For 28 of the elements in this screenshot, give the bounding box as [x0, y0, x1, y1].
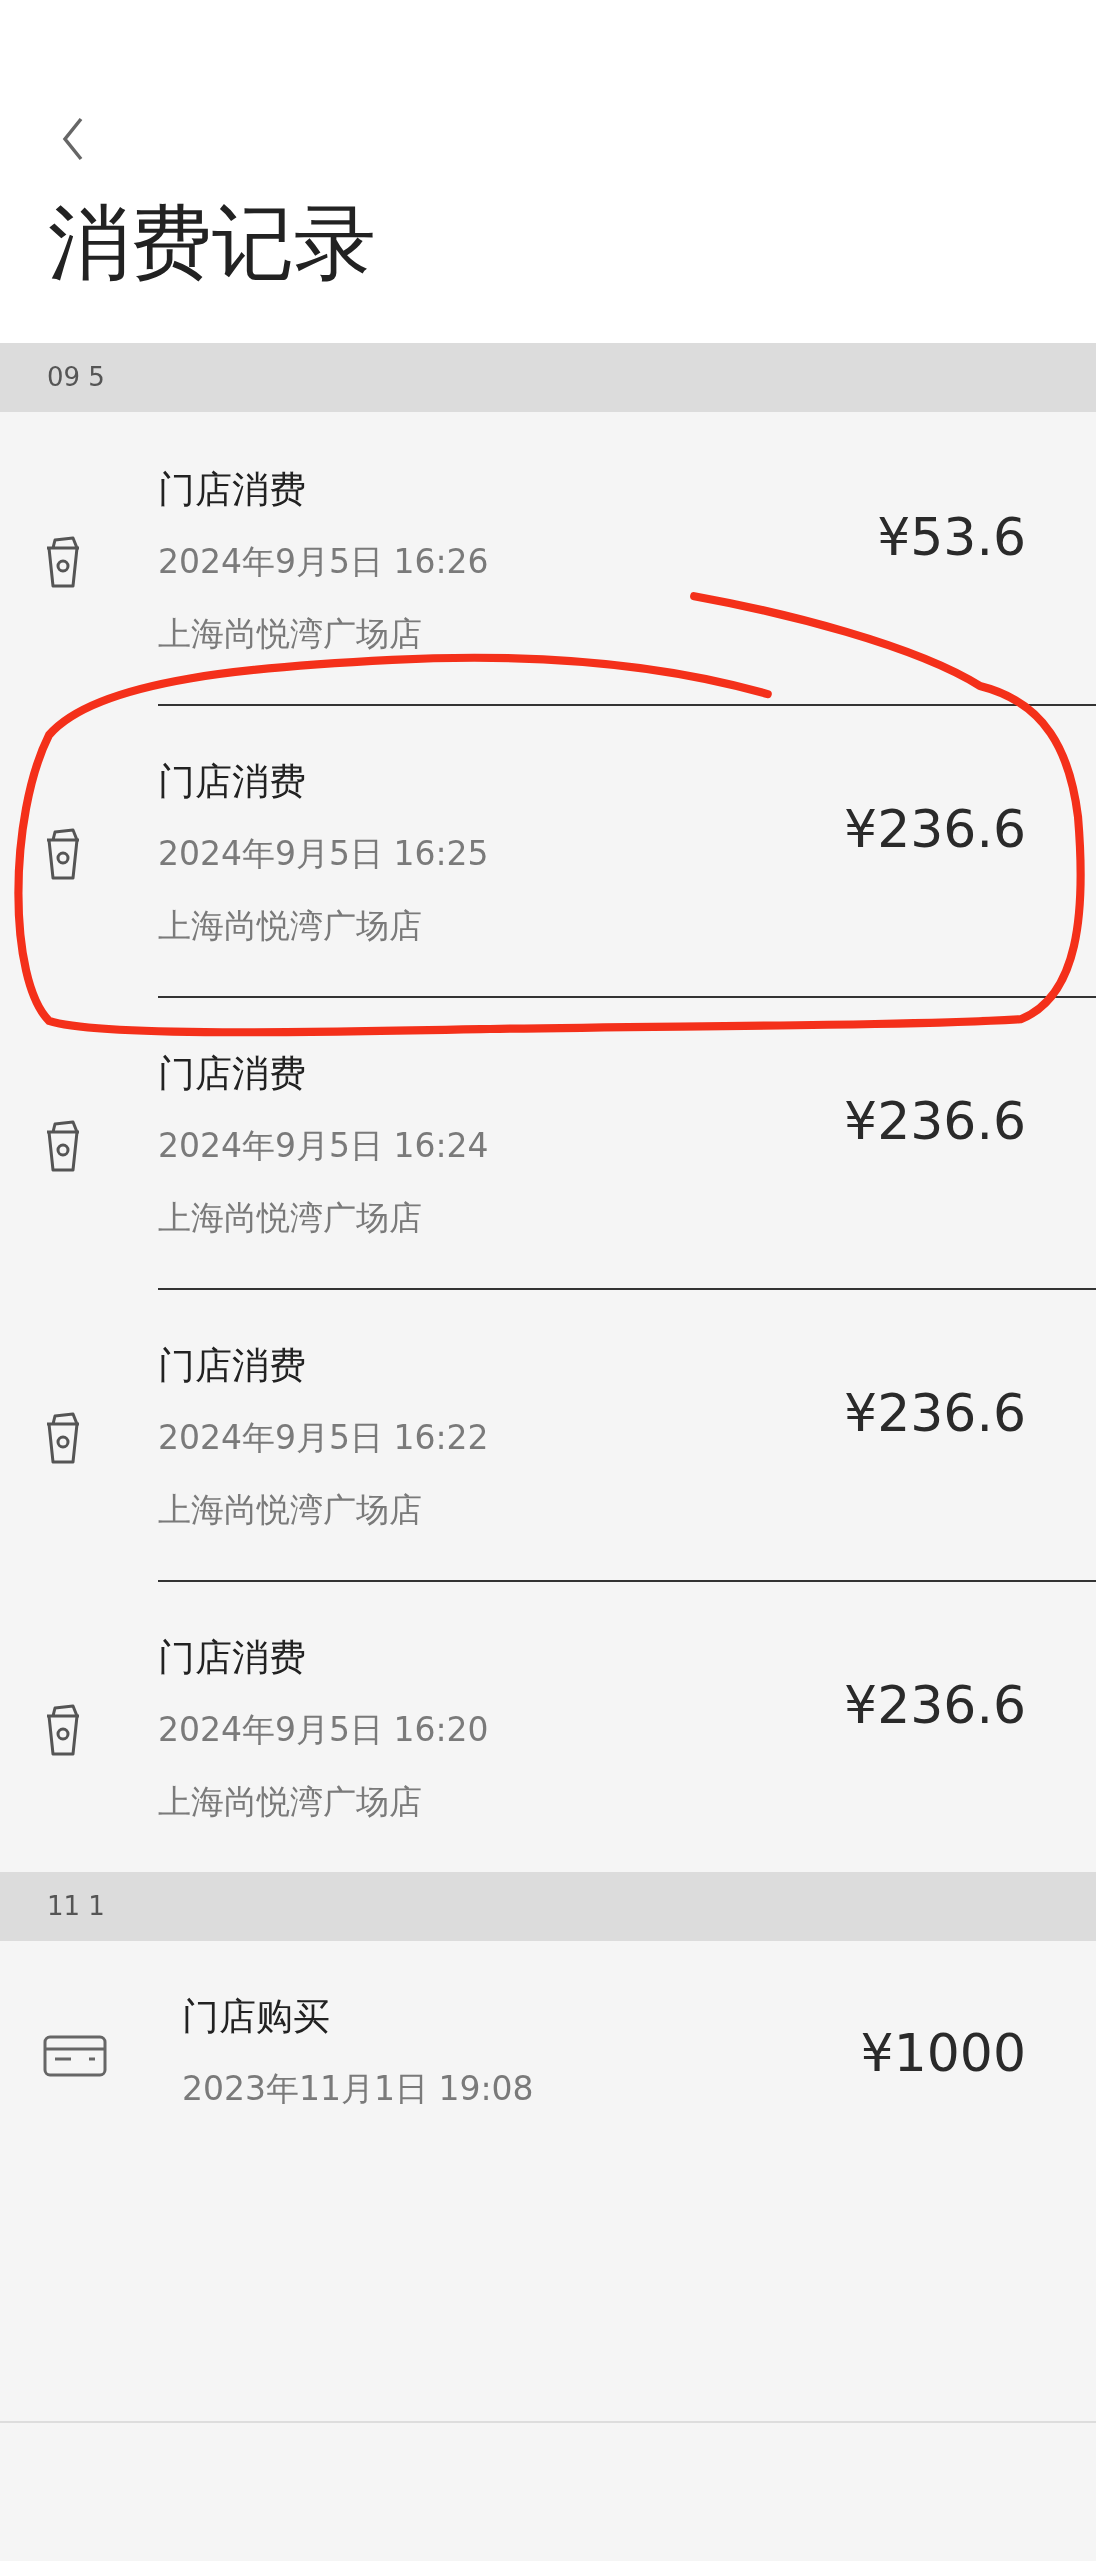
page-title: 消费记录: [48, 194, 376, 292]
record-time: 2024年9月5日 16:20: [158, 1709, 489, 1751]
record-time: 2024年9月5日 16:26: [158, 541, 489, 583]
section-date: 11 1: [47, 1890, 105, 1923]
amount: ¥236.6: [844, 1674, 1026, 1737]
amount: ¥236.6: [844, 1382, 1026, 1445]
record-time: 2024年9月5日 16:25: [158, 833, 489, 875]
back-icon: [61, 117, 85, 161]
record-title: 门店消费: [158, 1051, 306, 1097]
record-title: 门店消费: [158, 759, 306, 805]
amount: ¥1000: [860, 2022, 1026, 2085]
amount: ¥53.6: [877, 506, 1026, 569]
record-title: 门店消费: [158, 1343, 306, 1389]
record-time: 2024年9月5日 16:22: [158, 1417, 489, 1459]
amount: ¥236.6: [844, 1090, 1026, 1153]
record-title: 门店消费: [158, 467, 306, 513]
record-time: 2024年9月5日 16:24: [158, 1125, 489, 1167]
section-date: 09 5: [47, 361, 105, 394]
store-name: 上海尚悦湾广场店: [158, 905, 422, 947]
record-title: 门店消费: [158, 1635, 306, 1681]
store-name: 上海尚悦湾广场店: [158, 1489, 422, 1531]
store-name: 上海尚悦湾广场店: [158, 1197, 422, 1239]
record-title: 门店购买: [182, 1994, 330, 2040]
store-name: 上海尚悦湾广场店: [158, 613, 422, 655]
amount: ¥236.6: [844, 798, 1026, 861]
record-time: 2023年11月1日 19:08: [182, 2068, 534, 2110]
store-name: 上海尚悦湾广场店: [158, 1781, 422, 1823]
card-icon: [43, 2035, 107, 2077]
